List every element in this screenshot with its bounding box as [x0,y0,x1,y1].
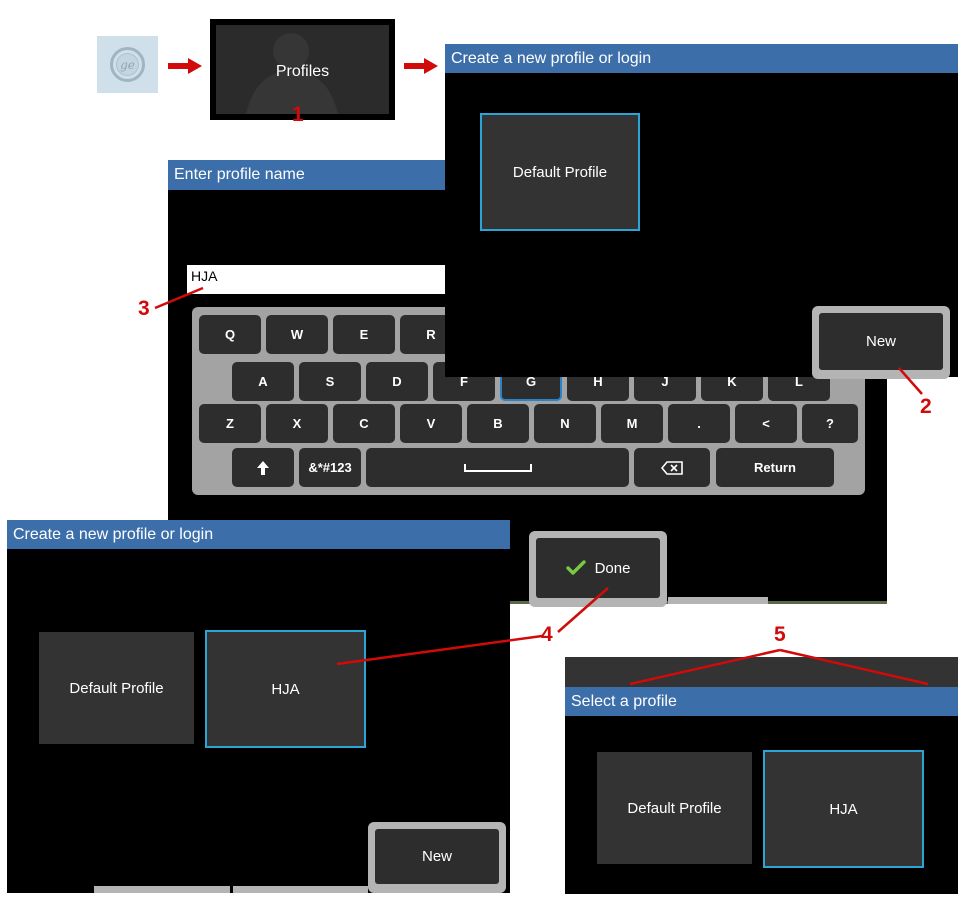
new-button-top-label: New [819,313,943,370]
key-c[interactable]: C [333,404,395,443]
key-d[interactable]: D [366,362,428,401]
svg-text:ge: ge [120,58,135,72]
spacebar-key[interactable] [366,448,629,487]
select-profile-title: Select a profile [565,687,958,716]
key-v[interactable]: V [400,404,462,443]
key-s[interactable]: S [299,362,361,401]
hja-profile-tile[interactable]: HJA [763,750,924,868]
right-arrow-icon [404,58,438,74]
right-arrow-icon [168,58,202,74]
key-e[interactable]: E [333,315,395,354]
backspace-key[interactable] [634,448,710,487]
step-1-marker: 1 [292,103,304,126]
key-m[interactable]: M [601,404,663,443]
bottom-button-stub [668,597,768,604]
key-w[interactable]: W [266,315,328,354]
return-key[interactable]: Return [716,448,834,487]
default-profile-tile[interactable]: Default Profile [480,113,640,231]
done-label: Done [594,559,631,577]
create-profile-title-top: Create a new profile or login [445,44,958,73]
key-q[interactable]: Q [199,315,261,354]
key-x[interactable]: X [266,404,328,443]
step-3-marker: 3 [138,297,150,320]
step-5-marker: 5 [774,623,786,646]
key-n[interactable]: N [534,404,596,443]
step-4-marker: 4 [541,623,553,646]
status-bar [565,657,958,687]
new-button-bottom-label: New [375,829,499,884]
bottom-button-stub [94,886,230,893]
create-profile-title-bottom: Create a new profile or login [7,520,510,549]
select-profile-panel: Select a profile Default Profile HJA [565,657,958,894]
new-button-top[interactable]: New [812,306,950,379]
backspace-icon [661,460,683,475]
profile-name-input-value: HJA [191,268,218,284]
default-profile-tile[interactable]: Default Profile [39,632,194,744]
spacebar-icon [463,463,532,472]
profile-name-input[interactable]: HJA [187,265,487,294]
checkmark-icon [565,560,586,575]
step-2-marker: 2 [920,395,932,418]
key-period[interactable]: . [668,404,730,443]
hja-profile-tile[interactable]: HJA [205,630,366,748]
new-button-bottom[interactable]: New [368,822,506,893]
shift-arrow-icon [257,460,269,475]
symbols-key[interactable]: &*#123 [299,448,361,487]
default-profile-tile[interactable]: Default Profile [597,752,752,864]
ge-logo-icon[interactable]: ge [97,36,158,93]
key-b[interactable]: B [467,404,529,443]
profiles-tile-face: Profiles [216,25,389,114]
key-less-than[interactable]: < [735,404,797,443]
done-button[interactable]: Done [529,531,667,607]
shift-key[interactable] [232,448,294,487]
profiles-label: Profiles [275,63,330,80]
bottom-button-stub [233,886,368,893]
key-a[interactable]: A [232,362,294,401]
key-question[interactable]: ? [802,404,858,443]
key-z[interactable]: Z [199,404,261,443]
